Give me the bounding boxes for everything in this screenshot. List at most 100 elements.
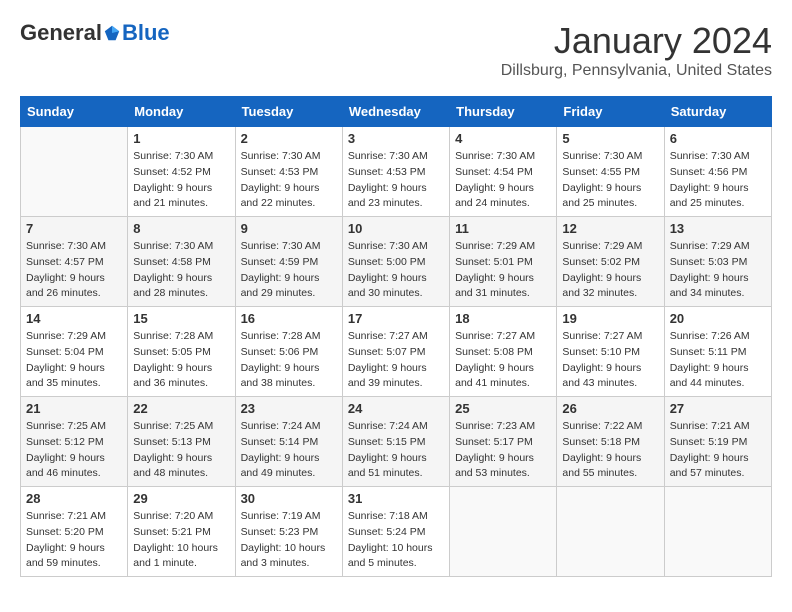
day-detail: Sunrise: 7:30 AMSunset: 4:54 PMDaylight:… xyxy=(455,149,551,212)
day-number: 14 xyxy=(26,311,122,326)
calendar-cell xyxy=(557,487,664,577)
day-number: 8 xyxy=(133,221,229,236)
day-detail: Sunrise: 7:30 AMSunset: 4:59 PMDaylight:… xyxy=(241,239,337,302)
day-number: 18 xyxy=(455,311,551,326)
day-number: 2 xyxy=(241,131,337,146)
day-number: 16 xyxy=(241,311,337,326)
day-detail: Sunrise: 7:30 AMSunset: 4:58 PMDaylight:… xyxy=(133,239,229,302)
day-number: 9 xyxy=(241,221,337,236)
day-number: 1 xyxy=(133,131,229,146)
col-header-monday: Monday xyxy=(128,97,235,127)
day-number: 22 xyxy=(133,401,229,416)
day-detail: Sunrise: 7:21 AMSunset: 5:19 PMDaylight:… xyxy=(670,419,766,482)
calendar-cell: 24 Sunrise: 7:24 AMSunset: 5:15 PMDayligh… xyxy=(342,397,449,487)
day-detail: Sunrise: 7:21 AMSunset: 5:20 PMDaylight:… xyxy=(26,509,122,572)
page-header: General Blue January 2024 Dillsburg, Pen… xyxy=(20,20,772,80)
calendar-cell: 5 Sunrise: 7:30 AMSunset: 4:55 PMDaylight… xyxy=(557,127,664,217)
calendar-cell: 6 Sunrise: 7:30 AMSunset: 4:56 PMDaylight… xyxy=(664,127,771,217)
calendar-cell: 14 Sunrise: 7:29 AMSunset: 5:04 PMDayligh… xyxy=(21,307,128,397)
day-detail: Sunrise: 7:29 AMSunset: 5:01 PMDaylight:… xyxy=(455,239,551,302)
calendar-cell: 11 Sunrise: 7:29 AMSunset: 5:01 PMDayligh… xyxy=(450,217,557,307)
day-detail: Sunrise: 7:29 AMSunset: 5:04 PMDaylight:… xyxy=(26,329,122,392)
day-number: 3 xyxy=(348,131,444,146)
day-number: 20 xyxy=(670,311,766,326)
col-header-friday: Friday xyxy=(557,97,664,127)
day-detail: Sunrise: 7:28 AMSunset: 5:05 PMDaylight:… xyxy=(133,329,229,392)
day-number: 29 xyxy=(133,491,229,506)
day-number: 19 xyxy=(562,311,658,326)
calendar-cell xyxy=(21,127,128,217)
day-number: 27 xyxy=(670,401,766,416)
day-detail: Sunrise: 7:30 AMSunset: 5:00 PMDaylight:… xyxy=(348,239,444,302)
day-number: 5 xyxy=(562,131,658,146)
day-number: 28 xyxy=(26,491,122,506)
col-header-thursday: Thursday xyxy=(450,97,557,127)
day-number: 6 xyxy=(670,131,766,146)
day-detail: Sunrise: 7:25 AMSunset: 5:12 PMDaylight:… xyxy=(26,419,122,482)
calendar-cell: 7 Sunrise: 7:30 AMSunset: 4:57 PMDaylight… xyxy=(21,217,128,307)
calendar-cell: 3 Sunrise: 7:30 AMSunset: 4:53 PMDaylight… xyxy=(342,127,449,217)
calendar-cell: 30 Sunrise: 7:19 AMSunset: 5:23 PMDayligh… xyxy=(235,487,342,577)
day-number: 23 xyxy=(241,401,337,416)
day-detail: Sunrise: 7:30 AMSunset: 4:53 PMDaylight:… xyxy=(241,149,337,212)
calendar-cell: 27 Sunrise: 7:21 AMSunset: 5:19 PMDayligh… xyxy=(664,397,771,487)
day-detail: Sunrise: 7:27 AMSunset: 5:08 PMDaylight:… xyxy=(455,329,551,392)
day-detail: Sunrise: 7:26 AMSunset: 5:11 PMDaylight:… xyxy=(670,329,766,392)
calendar-cell: 12Sunrise: 7:29 AMSunset: 5:02 PMDayligh… xyxy=(557,217,664,307)
day-number: 25 xyxy=(455,401,551,416)
day-detail: Sunrise: 7:30 AMSunset: 4:53 PMDaylight:… xyxy=(348,149,444,212)
day-detail: Sunrise: 7:22 AMSunset: 5:18 PMDaylight:… xyxy=(562,419,658,482)
calendar-cell xyxy=(450,487,557,577)
calendar-cell: 28 Sunrise: 7:21 AMSunset: 5:20 PMDayligh… xyxy=(21,487,128,577)
col-header-tuesday: Tuesday xyxy=(235,97,342,127)
day-number: 7 xyxy=(26,221,122,236)
calendar-cell: 19 Sunrise: 7:27 AMSunset: 5:10 PMDayligh… xyxy=(557,307,664,397)
day-number: 13 xyxy=(670,221,766,236)
calendar-cell: 8 Sunrise: 7:30 AMSunset: 4:58 PMDaylight… xyxy=(128,217,235,307)
calendar-cell: 21 Sunrise: 7:25 AMSunset: 5:12 PMDayligh… xyxy=(21,397,128,487)
day-detail: Sunrise: 7:19 AMSunset: 5:23 PMDaylight:… xyxy=(241,509,337,572)
calendar: SundayMondayTuesdayWednesdayThursdayFrid… xyxy=(20,96,772,577)
day-number: 24 xyxy=(348,401,444,416)
day-detail: Sunrise: 7:29 AMSunset: 5:03 PMDaylight:… xyxy=(670,239,766,302)
calendar-cell: 9 Sunrise: 7:30 AMSunset: 4:59 PMDaylight… xyxy=(235,217,342,307)
calendar-cell: 1 Sunrise: 7:30 AMSunset: 4:52 PMDaylight… xyxy=(128,127,235,217)
day-detail: Sunrise: 7:30 AMSunset: 4:57 PMDaylight:… xyxy=(26,239,122,302)
calendar-cell: 22 Sunrise: 7:25 AMSunset: 5:13 PMDayligh… xyxy=(128,397,235,487)
day-number: 17 xyxy=(348,311,444,326)
day-detail: Sunrise: 7:30 AMSunset: 4:55 PMDaylight:… xyxy=(562,149,658,212)
day-number: 31 xyxy=(348,491,444,506)
day-detail: Sunrise: 7:25 AMSunset: 5:13 PMDaylight:… xyxy=(133,419,229,482)
day-detail: Sunrise: 7:30 AMSunset: 4:56 PMDaylight:… xyxy=(670,149,766,212)
logo-general: General xyxy=(20,20,102,46)
calendar-cell: 13 Sunrise: 7:29 AMSunset: 5:03 PMDayligh… xyxy=(664,217,771,307)
location: Dillsburg, Pennsylvania, United States xyxy=(501,62,772,80)
day-number: 30 xyxy=(241,491,337,506)
col-header-saturday: Saturday xyxy=(664,97,771,127)
logo-icon xyxy=(103,24,121,42)
day-number: 12 xyxy=(562,221,658,236)
month-title: January 2024 xyxy=(501,20,772,62)
day-detail: Sunrise: 7:18 AMSunset: 5:24 PMDaylight:… xyxy=(348,509,444,572)
col-header-wednesday: Wednesday xyxy=(342,97,449,127)
calendar-cell: 23 Sunrise: 7:24 AMSunset: 5:14 PMDayligh… xyxy=(235,397,342,487)
day-detail: Sunrise: 7:30 AMSunset: 4:52 PMDaylight:… xyxy=(133,149,229,212)
day-number: 21 xyxy=(26,401,122,416)
calendar-cell: 20 Sunrise: 7:26 AMSunset: 5:11 PMDayligh… xyxy=(664,307,771,397)
calendar-cell: 10 Sunrise: 7:30 AMSunset: 5:00 PMDayligh… xyxy=(342,217,449,307)
calendar-cell: 2 Sunrise: 7:30 AMSunset: 4:53 PMDaylight… xyxy=(235,127,342,217)
day-number: 10 xyxy=(348,221,444,236)
logo-blue: Blue xyxy=(122,20,170,46)
calendar-cell: 26 Sunrise: 7:22 AMSunset: 5:18 PMDayligh… xyxy=(557,397,664,487)
day-number: 26 xyxy=(562,401,658,416)
logo-text: General Blue xyxy=(20,20,170,46)
day-number: 11 xyxy=(455,221,551,236)
day-detail: Sunrise: 7:24 AMSunset: 5:15 PMDaylight:… xyxy=(348,419,444,482)
day-detail: Sunrise: 7:23 AMSunset: 5:17 PMDaylight:… xyxy=(455,419,551,482)
logo: General Blue xyxy=(20,20,170,46)
day-detail: Sunrise: 7:24 AMSunset: 5:14 PMDaylight:… xyxy=(241,419,337,482)
calendar-cell: 25 Sunrise: 7:23 AMSunset: 5:17 PMDayligh… xyxy=(450,397,557,487)
day-detail: Sunrise: 7:27 AMSunset: 5:10 PMDaylight:… xyxy=(562,329,658,392)
calendar-cell: 18 Sunrise: 7:27 AMSunset: 5:08 PMDayligh… xyxy=(450,307,557,397)
day-detail: Sunrise: 7:20 AMSunset: 5:21 PMDaylight:… xyxy=(133,509,229,572)
